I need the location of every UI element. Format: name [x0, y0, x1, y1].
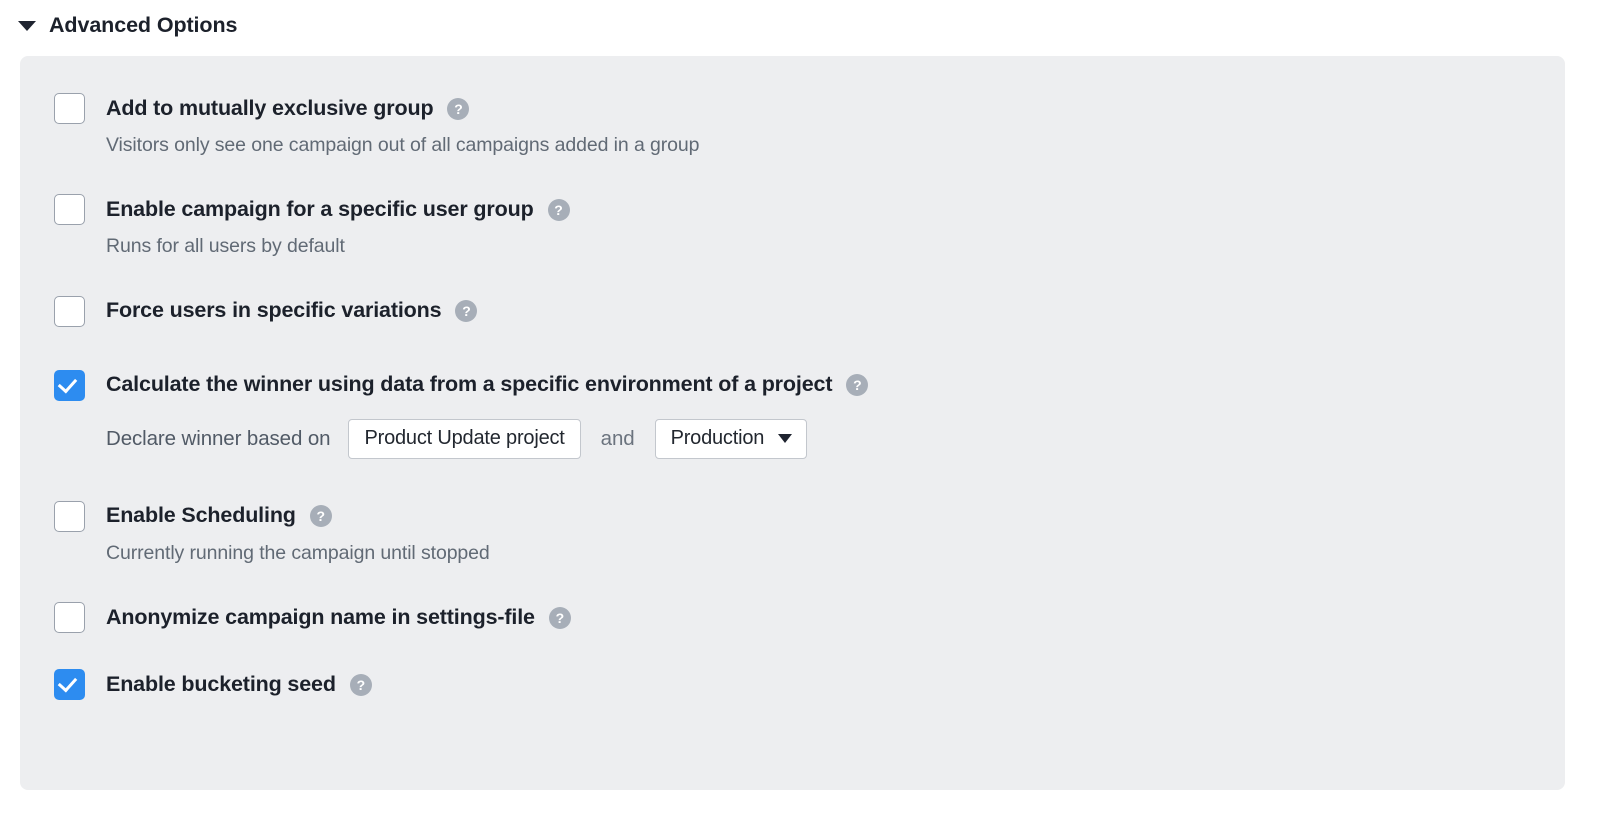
help-circle-icon[interactable]: ? [349, 673, 372, 696]
caret-down-icon[interactable] [778, 434, 793, 444]
checkbox-force-users-variations[interactable] [54, 295, 85, 327]
help-circle-icon[interactable]: ? [547, 198, 570, 221]
help-circle-icon[interactable]: ? [455, 300, 478, 323]
option-label-force-users-variations: Force users in specific variations [106, 298, 442, 323]
option-row-mutually-exclusive-group: Add to mutually exclusive group ? Visito… [54, 92, 1545, 157]
option-label-enable-scheduling: Enable Scheduling [106, 503, 296, 528]
option-main: Force users in specific variations ? [54, 295, 1545, 328]
options-list: Add to mutually exclusive group ? Visito… [54, 92, 1545, 701]
option-label-mutually-exclusive-group: Add to mutually exclusive group [106, 95, 434, 120]
option-row-force-users-variations: Force users in specific variations ? [54, 295, 1545, 328]
page-title: Advanced Options [49, 12, 238, 37]
option-description-mutually-exclusive-group: Visitors only see one campaign out of al… [106, 134, 700, 156]
checkmark-icon [57, 373, 78, 394]
option-label-enable-bucketing-seed: Enable bucketing seed [106, 671, 336, 696]
option-label-wrap: Enable bucketing seed ? [106, 668, 372, 701]
advanced-options-panel: Add to mutually exclusive group ? Visito… [20, 56, 1565, 790]
option-main: Calculate the winner using data from a s… [54, 369, 1545, 402]
checkmark-icon [57, 672, 78, 693]
help-circle-icon[interactable]: ? [309, 505, 332, 528]
option-label-wrap: Anonymize campaign name in settings-file… [106, 601, 571, 634]
checkbox-enable-scheduling[interactable] [54, 500, 85, 532]
checkbox-enable-bucketing-seed[interactable] [54, 669, 85, 701]
advanced-options-header[interactable]: Advanced Options [18, 8, 237, 42]
project-field-value: Product Update project [364, 427, 565, 450]
option-main: Enable bucketing seed ? [54, 668, 1545, 701]
option-label-anonymize-campaign-name: Anonymize campaign name in settings-file [106, 604, 535, 629]
option-row-calculate-winner-environment: Calculate the winner using data from a s… [54, 369, 1545, 459]
option-label-calculate-winner-environment: Calculate the winner using data from a s… [106, 372, 833, 397]
option-row-enable-bucketing-seed: Enable bucketing seed ? [54, 668, 1545, 701]
option-main: Enable Scheduling ? [54, 500, 1545, 533]
checkbox-calculate-winner-environment[interactable] [54, 369, 85, 401]
help-circle-icon[interactable]: ? [846, 374, 869, 397]
option-main: Enable campaign for a specific user grou… [54, 193, 1545, 226]
option-label-specific-user-group: Enable campaign for a specific user grou… [106, 197, 534, 222]
option-row-enable-scheduling: Enable Scheduling ? Currently running th… [54, 500, 1545, 565]
option-description-specific-user-group: Runs for all users by default [106, 235, 345, 258]
advanced-options-screen: Advanced Options Add to mutually exclusi… [0, 0, 1600, 828]
environment-select[interactable]: Production [654, 418, 808, 459]
option-label-wrap: Add to mutually exclusive group ? [106, 92, 470, 125]
project-field[interactable]: Product Update project [348, 418, 581, 459]
option-label-wrap: Enable campaign for a specific user grou… [106, 193, 570, 226]
option-description-enable-scheduling: Currently running the campaign until sto… [106, 541, 490, 564]
help-circle-icon[interactable]: ? [548, 606, 571, 629]
environment-select-value: Production [670, 427, 765, 450]
declare-winner-label: Declare winner based on [106, 426, 331, 450]
help-circle-icon[interactable]: ? [447, 97, 470, 120]
option-row-specific-user-group: Enable campaign for a specific user grou… [54, 193, 1545, 258]
checkbox-specific-user-group[interactable] [54, 194, 85, 226]
checkbox-anonymize-campaign-name[interactable] [54, 602, 85, 634]
triangle-down-icon[interactable] [18, 21, 36, 31]
checkbox-mutually-exclusive-group[interactable] [54, 93, 85, 124]
option-row-anonymize-campaign-name: Anonymize campaign name in settings-file… [54, 601, 1545, 634]
declare-winner-controls: Declare winner based on Product Update p… [106, 418, 1545, 459]
option-label-wrap: Calculate the winner using data from a s… [106, 369, 869, 402]
option-main: Add to mutually exclusive group ? [54, 92, 1545, 125]
conjunction-label: and [600, 426, 635, 450]
option-main: Anonymize campaign name in settings-file… [54, 601, 1545, 634]
option-label-wrap: Force users in specific variations ? [106, 295, 478, 328]
option-label-wrap: Enable Scheduling ? [106, 500, 332, 533]
